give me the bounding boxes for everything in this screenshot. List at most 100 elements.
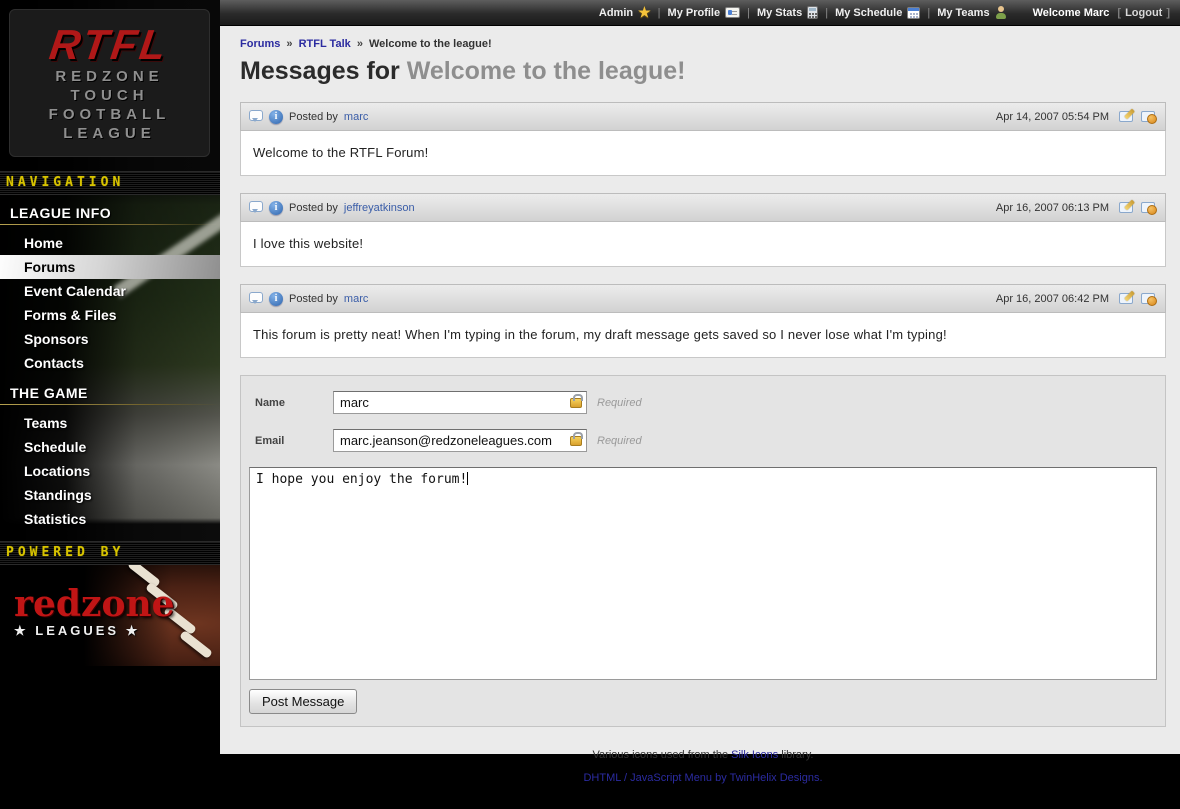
post-message-form: Name Required Email Required I hope you … xyxy=(240,375,1166,727)
rtfl-logo-line: FOOTBALL xyxy=(49,105,171,124)
twinhelix-link[interactable]: TwinHelix Designs. xyxy=(730,772,823,784)
breadcrumb-separator: » xyxy=(286,38,292,50)
user-icon xyxy=(995,6,1007,19)
name-field[interactable] xyxy=(333,391,587,414)
required-label: Required xyxy=(597,435,642,447)
email-label: Email xyxy=(249,435,333,447)
info-icon[interactable] xyxy=(269,292,283,306)
breadcrumb-separator: » xyxy=(357,38,363,50)
content-area: Forums » RTFL Talk » Welcome to the leag… xyxy=(220,26,1180,809)
topbar-separator: | xyxy=(747,7,750,19)
sidebar-item-forums[interactable]: Forums xyxy=(0,255,220,279)
section-divider xyxy=(0,224,220,225)
sidebar: RTFL REDZONE TOUCH FOOTBALL LEAGUE NAVIG… xyxy=(0,0,220,754)
calculator-icon xyxy=(807,6,818,19)
silk-icons-link[interactable]: Silk Icons xyxy=(731,749,778,761)
footer-text: library. xyxy=(781,749,813,761)
welcome-text: Welcome Marc xyxy=(1033,7,1110,19)
section-title-the-game: THE GAME xyxy=(0,375,220,404)
sidebar-item-statistics[interactable]: Statistics xyxy=(0,507,220,531)
message-header: Posted by marc Apr 16, 2007 06:42 PM xyxy=(240,284,1166,313)
post-date: Apr 16, 2007 06:13 PM xyxy=(996,202,1109,214)
sidebar-item-schedule[interactable]: Schedule xyxy=(0,435,220,459)
vcard-icon xyxy=(725,7,740,18)
logout-bracket: ] xyxy=(1166,7,1170,19)
footer-text: by xyxy=(715,772,727,784)
text-cursor xyxy=(467,472,468,485)
comment-icon xyxy=(249,292,263,303)
edit-comment-icon[interactable] xyxy=(1119,292,1135,305)
topbar-item-my-stats[interactable]: My Stats xyxy=(757,6,818,19)
sidebar-item-standings[interactable]: Standings xyxy=(0,483,220,507)
forum-message: Posted by marc Apr 16, 2007 06:42 PM Thi… xyxy=(240,284,1166,358)
author-link[interactable]: marc xyxy=(344,293,368,305)
rtfl-logo[interactable]: RTFL REDZONE TOUCH FOOTBALL LEAGUE xyxy=(9,9,210,157)
page-title-prefix: Messages for xyxy=(240,57,400,85)
topbar-label: My Teams xyxy=(937,7,989,19)
delete-comment-icon[interactable] xyxy=(1141,110,1157,123)
topbar-item-my-teams[interactable]: My Teams xyxy=(937,6,1006,19)
message-header: Posted by jeffreyatkinson Apr 16, 2007 0… xyxy=(240,193,1166,222)
breadcrumb-link-forums[interactable]: Forums xyxy=(240,38,280,50)
info-icon[interactable] xyxy=(269,201,283,215)
page-footer: Various icons used from the Silk Icons l… xyxy=(240,749,1166,809)
football-lace-decoration xyxy=(179,630,213,659)
page-title: Messages for Welcome to the league! xyxy=(240,57,1166,86)
redzone-logo-text: redzone xyxy=(14,587,175,621)
message-header: Posted by marc Apr 14, 2007 05:54 PM xyxy=(240,102,1166,131)
breadcrumb-link-rtfl-talk[interactable]: RTFL Talk xyxy=(299,38,351,50)
footer-credit-icons: Various icons used from the Silk Icons l… xyxy=(240,749,1166,761)
info-icon[interactable] xyxy=(269,110,283,124)
sidebar-item-teams[interactable]: Teams xyxy=(0,411,220,435)
sidebar-item-forms-files[interactable]: Forms & Files xyxy=(0,303,220,327)
author-link[interactable]: jeffreyatkinson xyxy=(344,202,415,214)
message-draft-text: I hope you enjoy the forum! xyxy=(256,472,467,487)
redzone-leagues-logo[interactable]: redzone ★ LEAGUES ★ xyxy=(0,565,220,666)
breadcrumb-current: Welcome to the league! xyxy=(369,38,492,50)
rtfl-logo-line: TOUCH xyxy=(70,86,148,105)
name-row: Name Required xyxy=(249,391,1157,414)
page-title-topic: Welcome to the league! xyxy=(407,57,686,85)
sidebar-item-event-calendar[interactable]: Event Calendar xyxy=(0,279,220,303)
posted-by-label: Posted by xyxy=(289,293,338,305)
post-date: Apr 16, 2007 06:42 PM xyxy=(996,293,1109,305)
topbar-item-my-schedule[interactable]: My Schedule xyxy=(835,7,920,19)
sidebar-item-home[interactable]: Home xyxy=(0,231,220,255)
sidebar-item-contacts[interactable]: Contacts xyxy=(0,351,220,375)
forum-message: Posted by marc Apr 14, 2007 05:54 PM Wel… xyxy=(240,102,1166,176)
topbar-label: My Schedule xyxy=(835,7,902,19)
topbar-label: Admin xyxy=(599,7,633,19)
redzone-logo-subtext: ★ LEAGUES ★ xyxy=(14,623,175,639)
message-body: Welcome to the RTFL Forum! xyxy=(240,131,1166,176)
post-message-button[interactable]: Post Message xyxy=(249,689,357,714)
topbar-separator: | xyxy=(658,7,661,19)
dhtml-menu-link[interactable]: DHTML / JavaScript Menu xyxy=(583,772,712,784)
navigation-marquee: NAVIGATION xyxy=(0,171,220,195)
topbar-label: My Profile xyxy=(668,7,721,19)
powered-by-marquee: POWERED BY xyxy=(0,541,220,565)
topbar-item-admin[interactable]: Admin xyxy=(599,4,651,21)
sidebar-item-locations[interactable]: Locations xyxy=(0,459,220,483)
delete-comment-icon[interactable] xyxy=(1141,292,1157,305)
logout-bracket: [ xyxy=(1117,7,1121,19)
edit-comment-icon[interactable] xyxy=(1119,110,1135,123)
topbar-label: My Stats xyxy=(757,7,802,19)
lock-icon xyxy=(570,436,582,446)
email-row: Email Required xyxy=(249,429,1157,452)
forum-message: Posted by jeffreyatkinson Apr 16, 2007 0… xyxy=(240,193,1166,267)
posted-by-label: Posted by xyxy=(289,202,338,214)
logout-link[interactable]: Logout xyxy=(1125,7,1162,19)
email-field[interactable] xyxy=(333,429,587,452)
required-label: Required xyxy=(597,397,642,409)
topbar-item-my-profile[interactable]: My Profile xyxy=(668,7,741,19)
main-area: Admin | My Profile | My Stats | My Sched… xyxy=(220,0,1180,754)
author-link[interactable]: marc xyxy=(344,111,368,123)
message-textarea[interactable]: I hope you enjoy the forum! xyxy=(249,467,1157,680)
footer-text: Various icons used from the xyxy=(593,749,729,761)
rtfl-logo-line: LEAGUE xyxy=(63,124,156,143)
delete-comment-icon[interactable] xyxy=(1141,201,1157,214)
edit-comment-icon[interactable] xyxy=(1119,201,1135,214)
sidebar-item-sponsors[interactable]: Sponsors xyxy=(0,327,220,351)
lock-icon xyxy=(570,398,582,408)
name-label: Name xyxy=(249,397,333,409)
